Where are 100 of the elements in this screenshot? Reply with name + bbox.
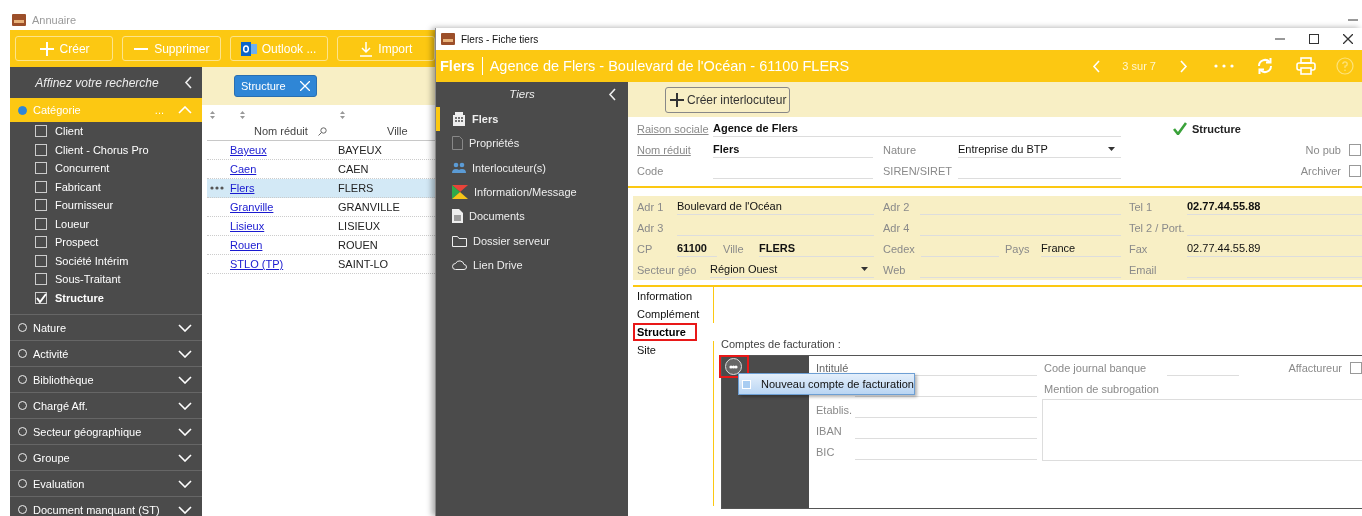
table-row[interactable]: Flers FLERS (207, 179, 435, 198)
minus-icon (133, 47, 150, 50)
checkbox[interactable] (35, 162, 47, 175)
checkbox[interactable] (35, 273, 47, 286)
building-icon (452, 112, 466, 127)
check-icon (35, 292, 47, 303)
record-name: Flers (440, 58, 475, 74)
name-link[interactable]: Caen (230, 163, 257, 175)
app-icon (441, 33, 455, 45)
checkbox[interactable] (35, 125, 47, 138)
panel-title: Affinez votre recherche (34, 75, 160, 90)
input-field[interactable]: 02.77.44.55.89 (1187, 240, 1362, 257)
checkbox[interactable] (1349, 164, 1361, 177)
checkbox[interactable] (35, 199, 47, 212)
nav-item[interactable]: Information/Message (436, 179, 628, 205)
filter-group-header[interactable]: Document manquant (ST) (10, 496, 202, 516)
more-button[interactable] (725, 358, 742, 375)
checkbox[interactable] (35, 291, 47, 304)
name-link[interactable]: Rouen (230, 239, 263, 251)
dots-icon (1214, 64, 1234, 68)
input-field[interactable]: Agence de Flers (713, 120, 1121, 137)
refresh-icon (1256, 57, 1274, 75)
text-area[interactable] (1042, 399, 1362, 461)
checkbox-label: Concurrent (55, 162, 110, 175)
chevron-left-icon (1092, 59, 1101, 73)
checkbox[interactable] (35, 143, 47, 156)
name-link[interactable]: Lisieux (230, 220, 265, 232)
tab[interactable]: Structure (633, 323, 697, 341)
window-title: Annuaire (32, 14, 77, 26)
checkbox[interactable] (35, 236, 47, 249)
checkbox[interactable] (35, 180, 47, 193)
sort-icon (240, 111, 245, 119)
field-label: Etablis. (816, 403, 854, 416)
more-text: ... (154, 104, 164, 116)
close-icon (1343, 34, 1353, 44)
field-label: Email (1129, 263, 1158, 276)
input-field[interactable]: Flers (713, 141, 873, 158)
field-label: Adr 3 (637, 221, 665, 234)
field-label: Adr 1 (637, 200, 665, 213)
field-link[interactable]: Nom réduit (637, 143, 713, 156)
input-field[interactable]: France (1041, 240, 1121, 257)
input-field[interactable]: Boulevard de l'Océan (677, 198, 874, 215)
sort-icon (210, 111, 215, 119)
table-cell-text: SAINT-LO (338, 258, 390, 270)
chevron-down-icon (178, 323, 192, 332)
nav-item[interactable]: Propriétés (436, 131, 628, 156)
name-link[interactable]: STLO (TP) (230, 258, 284, 270)
checkbox[interactable] (35, 217, 47, 230)
field-link[interactable]: Raison sociale (637, 122, 713, 135)
chevron-down-icon (178, 479, 192, 488)
field-label: SIREN/SIRET (883, 164, 954, 177)
field-label: Adr 2 (883, 200, 911, 213)
nav-item[interactable]: Interlocuteur(s) (436, 155, 628, 180)
name-link[interactable]: Bayeux (230, 144, 267, 156)
checkbox[interactable] (35, 254, 47, 267)
name-link[interactable]: Flers (230, 182, 255, 194)
checkbox-label: Prospect (55, 236, 99, 249)
input-field[interactable]: 02.77.44.55.88 (1187, 198, 1362, 215)
checkbox-label: Fabricant (55, 180, 101, 193)
checkbox-label: Affactureur (1288, 361, 1342, 374)
input-field[interactable]: FLERS (759, 240, 874, 257)
checkbox-label: Archiver (1300, 164, 1341, 177)
mail-app-icon (240, 41, 257, 56)
name-link[interactable]: Granville (230, 201, 274, 213)
maximize-icon (1309, 34, 1319, 44)
checkbox[interactable] (1349, 143, 1361, 156)
pager-text: 3 sur 7 (1122, 60, 1156, 72)
chevron-up-icon (178, 106, 192, 114)
nav-item[interactable]: Lien Drive (436, 252, 628, 278)
create-contact-button[interactable]: Créer interlocuteur (665, 86, 791, 113)
dropdown[interactable]: Entreprise du BTP (958, 141, 1121, 158)
column-header[interactable]: Ville (387, 125, 408, 137)
window-title: Flers - Fiche tiers (461, 33, 539, 45)
table-cell-text: BAYEUX (338, 144, 383, 156)
filter-group-label: Nature (33, 321, 68, 334)
app-icon (12, 14, 26, 26)
field-label: Adr 4 (883, 221, 911, 234)
tab[interactable]: Site (633, 341, 714, 359)
filter-chip[interactable]: Structure (234, 75, 317, 97)
tab[interactable]: Information (633, 287, 714, 305)
input-field[interactable]: 61100 (677, 240, 717, 257)
record-description: Agence de Flers - Boulevard de l'Océan - 61100 FLERS (489, 58, 850, 74)
nav-item[interactable]: Dossier serveur (436, 228, 628, 253)
square-icon (742, 379, 751, 389)
remove-icon (299, 81, 310, 91)
field-label: Code (637, 164, 665, 177)
dropdown[interactable]: Région Ouest (710, 261, 874, 278)
chevron-down-icon (178, 375, 192, 384)
flag-icon (452, 185, 468, 200)
checkbox[interactable] (1350, 361, 1362, 374)
nav-item[interactable]: Documents (436, 204, 628, 229)
chevron-down-icon (178, 427, 192, 436)
chevron-left-icon (608, 87, 616, 101)
checkbox-label: Structure (55, 291, 104, 304)
filter-group-label: Groupe (33, 451, 71, 464)
field-label: Tel 2 / Port. (1129, 221, 1186, 234)
chevron-down-icon (178, 453, 192, 462)
column-header[interactable]: Nom réduit (254, 125, 308, 137)
document-icon (452, 209, 463, 224)
tab[interactable]: Complément (633, 305, 714, 323)
